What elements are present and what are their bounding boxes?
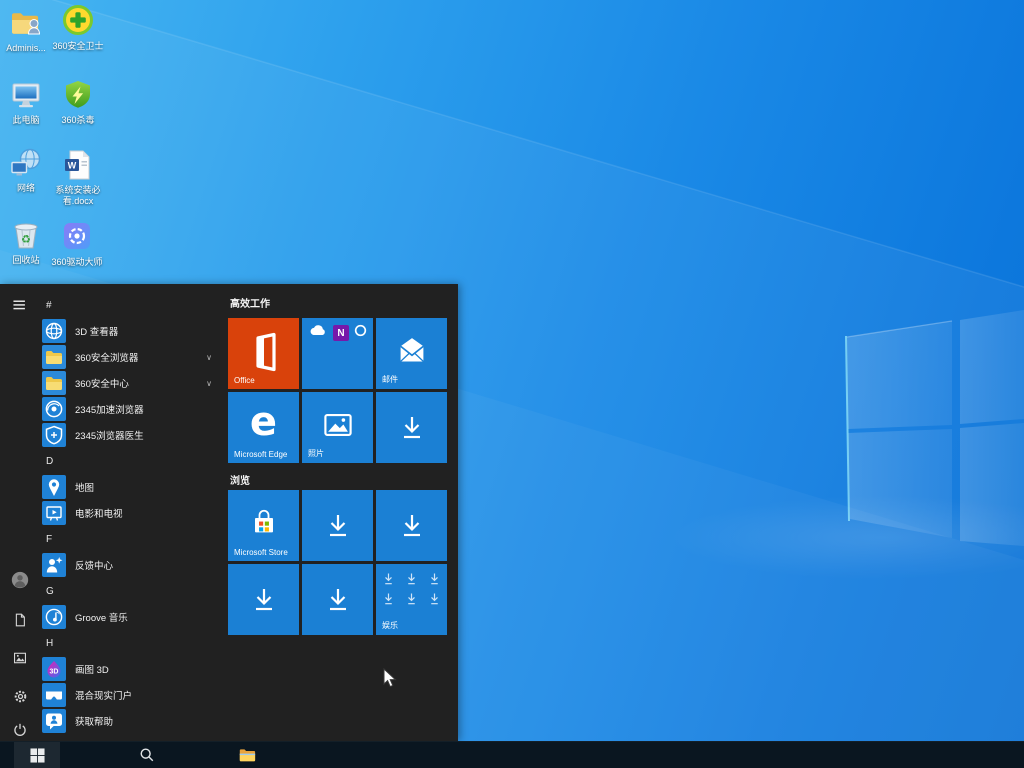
start-menu-rail	[0, 284, 40, 741]
app-item-mixed-reality[interactable]: 混合现实门户	[40, 682, 226, 708]
desktop-icon-label: 360安全卫士	[52, 41, 103, 52]
windows-logo-icon	[30, 748, 45, 763]
download-icon	[376, 490, 447, 561]
taskbar	[0, 741, 1024, 768]
app-item-paint-3d[interactable]: 3D 画图 3D	[40, 656, 226, 682]
360-antivirus-icon	[61, 78, 95, 112]
movies-tv-icon	[42, 501, 66, 525]
app-item-3d-viewer[interactable]: 3D 查看器	[40, 318, 226, 344]
tile-pending-download-1[interactable]	[376, 392, 447, 463]
documents-icon[interactable]	[9, 609, 31, 631]
folder-icon	[42, 371, 66, 395]
mini-download-icons	[376, 572, 447, 610]
start-menu: # 3D 查看器	[0, 284, 458, 741]
this-pc-icon	[9, 78, 43, 112]
app-group-360-browser[interactable]: 360安全浏览器 ∨	[40, 344, 226, 370]
start-menu-app-list: # 3D 查看器	[40, 292, 226, 734]
tile-office-apps[interactable]: N	[302, 318, 373, 389]
tile-pending-download-3[interactable]	[376, 490, 447, 561]
tile-entertainment-folder[interactable]: 娱乐	[376, 564, 447, 635]
app-group-360-center[interactable]: 360安全中心 ∨	[40, 370, 226, 396]
app-item-groove-music[interactable]: Groove 音乐	[40, 604, 226, 630]
desktop-icon-label: 回收站	[12, 255, 39, 266]
tile-microsoft-store[interactable]: Microsoft Store	[228, 490, 299, 561]
desktop-icon-360-safe[interactable]: 360安全卫士	[48, 4, 108, 52]
tile-pending-download-4[interactable]	[228, 564, 299, 635]
desktop: Adminis... 360安全卫士 此电脑	[0, 0, 1024, 768]
download-icon	[302, 490, 373, 561]
desktop-icon-label: 网络	[17, 183, 35, 194]
tile-group-header-productivity[interactable]: 高效工作	[230, 295, 270, 310]
app-list-header[interactable]: F	[40, 526, 226, 552]
desktop-icon-label: 系统安装必 看.docx	[55, 185, 100, 207]
power-icon[interactable]	[9, 719, 31, 741]
tile-photos[interactable]: 照片	[302, 392, 373, 463]
folder-icon	[42, 345, 66, 369]
desktop-icon-360-driver[interactable]: 360驱动大师	[44, 220, 110, 268]
groove-music-icon	[42, 605, 66, 629]
desktop-icon-label: 此电脑	[12, 115, 39, 126]
maps-icon	[42, 475, 66, 499]
settings-gear-icon[interactable]	[9, 685, 31, 707]
desktop-icon-network[interactable]: 网络	[0, 146, 52, 194]
pictures-icon[interactable]	[9, 647, 31, 669]
desktop-icon-label: Adminis...	[6, 43, 46, 54]
start-button[interactable]	[14, 742, 60, 768]
onedrive-icon	[308, 324, 328, 342]
recycle-bin-icon: ♻	[9, 218, 43, 252]
download-icon	[376, 392, 447, 463]
word-doc-icon: W	[61, 148, 95, 182]
desktop-icon-label: 360驱动大师	[51, 257, 102, 268]
download-icon	[228, 564, 299, 635]
desktop-icon-360-antivirus[interactable]: 360杀毒	[48, 78, 108, 126]
file-explorer-icon	[238, 746, 256, 764]
app-list-header[interactable]: #	[40, 292, 226, 318]
360-safe-icon	[61, 4, 95, 38]
desktop-icon-administrator[interactable]: Adminis...	[0, 6, 52, 54]
app-item-get-help[interactable]: 获取帮助	[40, 708, 226, 734]
app-item-2345-browser[interactable]: 2345加速浏览器	[40, 396, 226, 422]
svg-text:W: W	[68, 161, 77, 171]
get-help-icon	[42, 709, 66, 733]
network-icon	[9, 146, 43, 180]
desktop-icon-label: 360杀毒	[61, 115, 94, 126]
chevron-down-icon[interactable]: ∨	[206, 353, 212, 362]
feedback-hub-icon	[42, 553, 66, 577]
app-list-header[interactable]: H	[40, 630, 226, 656]
app-item-maps[interactable]: 地图	[40, 474, 226, 500]
chevron-down-icon[interactable]: ∨	[206, 379, 212, 388]
taskbar-search-button[interactable]	[127, 742, 167, 768]
app-item-feedback-hub[interactable]: 反馈中心	[40, 552, 226, 578]
paint-3d-icon: 3D	[42, 657, 66, 681]
taskbar-file-explorer-button[interactable]	[227, 742, 267, 768]
3d-viewer-icon	[42, 319, 66, 343]
tile-office[interactable]: Office	[228, 318, 299, 389]
app-list-header[interactable]: D	[40, 448, 226, 474]
tile-pending-download-5[interactable]	[302, 564, 373, 635]
tile-pending-download-2[interactable]	[302, 490, 373, 561]
2345-browser-icon	[42, 397, 66, 421]
tile-microsoft-edge[interactable]: e Microsoft Edge	[228, 392, 299, 463]
download-icon	[302, 564, 373, 635]
tile-mail[interactable]: 邮件	[376, 318, 447, 389]
onenote-icon: N	[333, 325, 349, 341]
office-circle-icon	[354, 324, 367, 342]
app-item-movies-tv[interactable]: 电影和电视	[40, 500, 226, 526]
search-icon	[139, 747, 155, 763]
user-folder-icon	[9, 6, 43, 40]
app-list-header[interactable]: G	[40, 578, 226, 604]
360-driver-icon	[60, 220, 94, 254]
svg-text:3D: 3D	[50, 669, 59, 676]
2345-doctor-icon	[42, 423, 66, 447]
user-account-icon[interactable]	[9, 569, 31, 591]
svg-text:♻: ♻	[21, 233, 31, 246]
app-item-2345-doctor[interactable]: 2345浏览器医生	[40, 422, 226, 448]
desktop-icon-word-doc[interactable]: W 系统安装必 看.docx	[48, 148, 108, 207]
mixed-reality-icon	[42, 683, 66, 707]
desktop-icon-this-pc[interactable]: 此电脑	[0, 78, 52, 126]
hamburger-menu-icon[interactable]	[9, 294, 31, 316]
